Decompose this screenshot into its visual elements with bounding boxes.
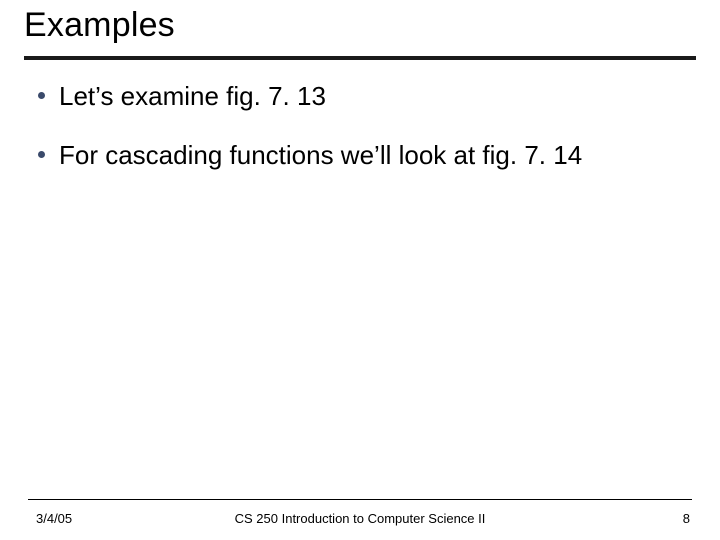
bullet-text: Let’s examine fig. 7. 13 (59, 80, 700, 113)
footer-course: CS 250 Introduction to Computer Science … (0, 511, 720, 526)
list-item: For cascading functions we’ll look at fi… (38, 139, 700, 172)
bullet-text: For cascading functions we’ll look at fi… (59, 139, 700, 172)
bullet-icon (38, 151, 45, 158)
bullet-list: Let’s examine fig. 7. 13 For cascading f… (38, 80, 700, 197)
slide: Examples Let’s examine fig. 7. 13 For ca… (0, 0, 720, 540)
footer-page-number: 8 (683, 511, 690, 526)
title-divider (24, 56, 696, 60)
footer: 3/4/05 CS 250 Introduction to Computer S… (0, 504, 720, 526)
list-item: Let’s examine fig. 7. 13 (38, 80, 700, 113)
bullet-icon (38, 92, 45, 99)
footer-divider (28, 499, 692, 500)
slide-title: Examples (24, 6, 175, 45)
